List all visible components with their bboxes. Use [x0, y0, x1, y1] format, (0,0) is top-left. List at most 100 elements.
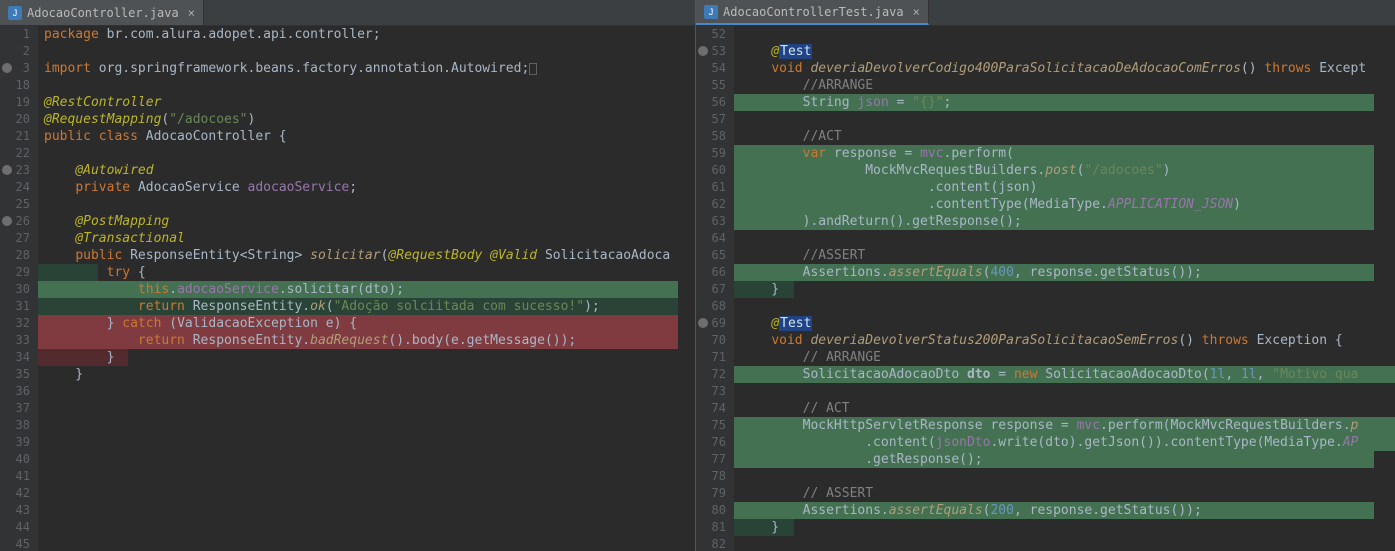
code-line[interactable]: // ACT [740, 400, 1395, 417]
code-line[interactable]: return ResponseEntity.ok("Adoção solciit… [44, 298, 695, 315]
code-line[interactable]: // ARRANGE [740, 349, 1395, 366]
code-line[interactable]: } [44, 366, 695, 383]
code-text: //ASSERT [740, 248, 865, 263]
code-line[interactable]: @RequestMapping("/adocoes") [44, 111, 695, 128]
code-line[interactable] [44, 434, 695, 451]
code-right[interactable]: @Test void deveriaDevolverCodigo400ParaS… [734, 26, 1395, 551]
code-line[interactable]: } [740, 519, 1395, 536]
code-line[interactable] [740, 536, 1395, 551]
code-text: this.adocaoService.solicitar(dto); [44, 282, 404, 297]
code-line[interactable] [44, 145, 695, 162]
code-line[interactable]: ).andReturn().getResponse(); [740, 213, 1395, 230]
code-text: @RequestMapping("/adocoes") [44, 112, 255, 127]
code-text: public ResponseEntity<String> solicitar(… [44, 248, 670, 263]
line-number: 23 [0, 162, 30, 179]
code-line[interactable]: MockMvcRequestBuilders.post("/adocoes") [740, 162, 1395, 179]
code-text: .content(jsonDto.write(dto).getJson()).c… [740, 435, 1358, 450]
tab-adocao-controller[interactable]: J AdocaoController.java × [0, 0, 204, 25]
code-line[interactable]: try { [44, 264, 695, 281]
line-number: 32 [0, 315, 30, 332]
line-number: 70 [696, 332, 726, 349]
line-number: 19 [0, 94, 30, 111]
line-number: 63 [696, 213, 726, 230]
code-line[interactable]: @PostMapping [44, 213, 695, 230]
code-text: String json = "{}"; [740, 95, 951, 110]
code-line[interactable]: return ResponseEntity.badRequest().body(… [44, 332, 695, 349]
code-line[interactable] [44, 196, 695, 213]
code-line[interactable]: .contentType(MediaType.APPLICATION_JSON) [740, 196, 1395, 213]
line-number: 64 [696, 230, 726, 247]
code-left[interactable]: package br.com.alura.adopet.api.controll… [38, 26, 695, 551]
code-line[interactable]: @Test [740, 43, 1395, 60]
code-line[interactable] [44, 383, 695, 400]
tab-bar-right: J AdocaoControllerTest.java × [696, 0, 1395, 26]
code-line[interactable] [44, 43, 695, 60]
code-line[interactable]: @Test [740, 315, 1395, 332]
code-line[interactable] [740, 26, 1395, 43]
line-number: 31 [0, 298, 30, 315]
code-line[interactable]: void deveriaDevolverStatus200ParaSolicit… [740, 332, 1395, 349]
code-line[interactable]: //ARRANGE [740, 77, 1395, 94]
code-line[interactable] [44, 502, 695, 519]
line-number: 41 [0, 468, 30, 485]
code-line[interactable]: @Autowired [44, 162, 695, 179]
code-line[interactable]: package br.com.alura.adopet.api.controll… [44, 26, 695, 43]
code-line[interactable]: } [740, 281, 1395, 298]
code-line[interactable]: .content(jsonDto.write(dto).getJson()).c… [740, 434, 1395, 451]
close-icon[interactable]: × [188, 6, 195, 20]
code-line[interactable]: // ASSERT [740, 485, 1395, 502]
code-line[interactable]: private AdocaoService adocaoService; [44, 179, 695, 196]
code-line[interactable]: @RestController [44, 94, 695, 111]
code-line[interactable]: } catch (ValidacaoException e) { [44, 315, 695, 332]
line-number: 52 [696, 26, 726, 43]
code-line[interactable] [740, 468, 1395, 485]
line-number: 73 [696, 383, 726, 400]
editor-pane-left: J AdocaoController.java × 12318192021222… [0, 0, 695, 551]
line-number: 2 [0, 43, 30, 60]
line-number: 58 [696, 128, 726, 145]
code-line[interactable] [740, 230, 1395, 247]
code-line[interactable]: //ASSERT [740, 247, 1395, 264]
code-line[interactable]: Assertions.assertEquals(200, response.ge… [740, 502, 1395, 519]
code-line[interactable]: @Transactional [44, 230, 695, 247]
tab-adocao-controller-test[interactable]: J AdocaoControllerTest.java × [696, 0, 929, 25]
code-line[interactable] [740, 298, 1395, 315]
code-line[interactable]: MockHttpServletResponse response = mvc.p… [740, 417, 1395, 434]
line-number: 81 [696, 519, 726, 536]
code-line[interactable]: public class AdocaoController { [44, 128, 695, 145]
code-line[interactable] [44, 417, 695, 434]
editor-right[interactable]: 5253545556575859606162636465666768697071… [696, 26, 1395, 551]
code-line[interactable] [44, 485, 695, 502]
code-line[interactable] [44, 400, 695, 417]
line-number: 55 [696, 77, 726, 94]
code-line[interactable]: .getResponse(); [740, 451, 1395, 468]
code-line[interactable]: } [44, 349, 695, 366]
code-line[interactable]: void deveriaDevolverCodigo400ParaSolicit… [740, 60, 1395, 77]
code-line[interactable] [44, 451, 695, 468]
line-number: 34 [0, 349, 30, 366]
line-number: 36 [0, 383, 30, 400]
close-icon[interactable]: × [913, 5, 920, 19]
code-line[interactable] [44, 468, 695, 485]
line-number: 26 [0, 213, 30, 230]
code-text: @Transactional [44, 231, 185, 246]
code-line[interactable] [44, 536, 695, 551]
code-line[interactable]: public ResponseEntity<String> solicitar(… [44, 247, 695, 264]
code-line[interactable]: //ACT [740, 128, 1395, 145]
code-line[interactable]: var response = mvc.perform( [740, 145, 1395, 162]
tab-label: AdocaoController.java [27, 6, 179, 20]
code-line[interactable] [44, 77, 695, 94]
java-file-icon: J [704, 5, 718, 19]
code-line[interactable]: Assertions.assertEquals(400, response.ge… [740, 264, 1395, 281]
code-line[interactable] [44, 519, 695, 536]
code-line[interactable]: .content(json) [740, 179, 1395, 196]
code-line[interactable]: String json = "{}"; [740, 94, 1395, 111]
code-text: } [740, 282, 779, 297]
code-line[interactable]: import org.springframework.beans.factory… [44, 60, 695, 77]
code-line[interactable] [740, 383, 1395, 400]
code-line[interactable]: this.adocaoService.solicitar(dto); [44, 281, 695, 298]
code-line[interactable]: SolicitacaoAdocaoDto dto = new Solicitac… [740, 366, 1395, 383]
line-number: 76 [696, 434, 726, 451]
editor-left[interactable]: 1231819202122232425262728293031323334353… [0, 26, 695, 551]
code-line[interactable] [740, 111, 1395, 128]
